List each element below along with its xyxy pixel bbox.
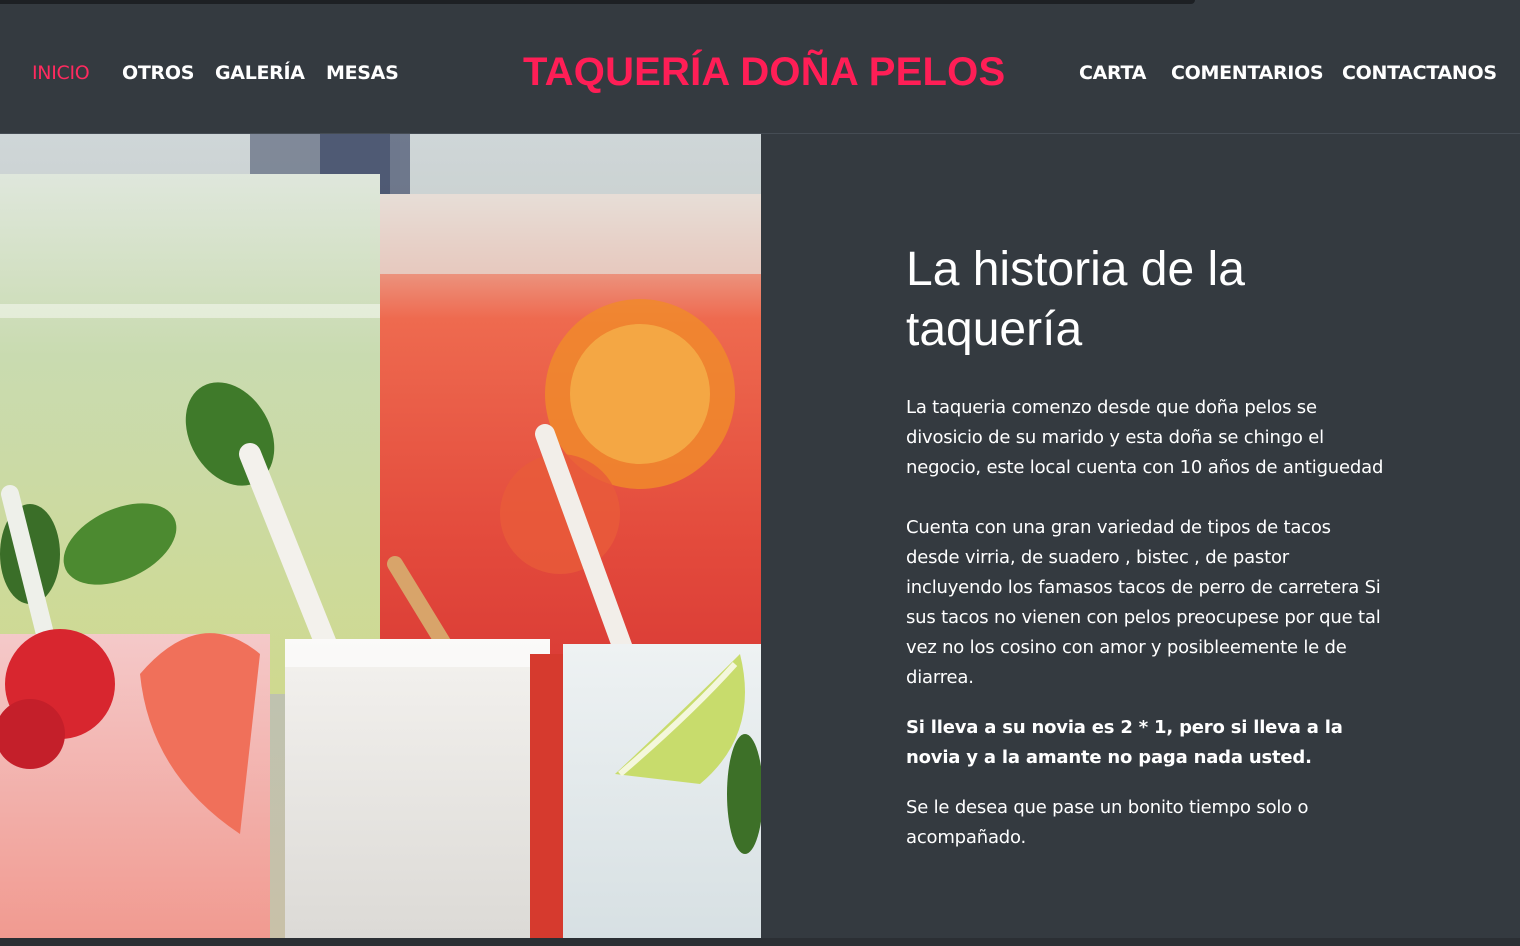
history-paragraph-1: La taqueria comenzo desde que doña pelos… — [906, 397, 1384, 478]
brand-title[interactable]: TAQUERÍA DOÑA PELOS — [523, 50, 1005, 95]
nav-contactanos[interactable]: CONTACTANOS — [1342, 62, 1497, 84]
history-heading: La historia de la taquería — [906, 243, 1245, 356]
nav-mesas[interactable]: MESAS — [326, 62, 399, 84]
closing-paragraph: Se le desea que pase un bonito tiempo so… — [906, 797, 1309, 848]
nav-comentarios[interactable]: COMENTARIOS — [1171, 62, 1324, 84]
nav-galeria[interactable]: GALERÍA — [215, 62, 305, 84]
page-bottom-edge — [0, 938, 1520, 946]
navbar: INICIO OTROS GALERÍA MESAS TAQUERÍA DOÑA… — [0, 4, 1520, 134]
drinks-photo — [0, 134, 761, 938]
history-section: La historia de la taquería La taqueria c… — [906, 240, 1386, 853]
history-paragraph-2: Cuenta con una gran variedad de tipos de… — [906, 517, 1381, 688]
promo-paragraph: Si lleva a su novia es 2 * 1, pero si ll… — [906, 717, 1343, 768]
nav-carta[interactable]: CARTA — [1079, 62, 1146, 84]
nav-inicio[interactable]: INICIO — [32, 62, 90, 84]
nav-otros[interactable]: OTROS — [122, 62, 194, 84]
